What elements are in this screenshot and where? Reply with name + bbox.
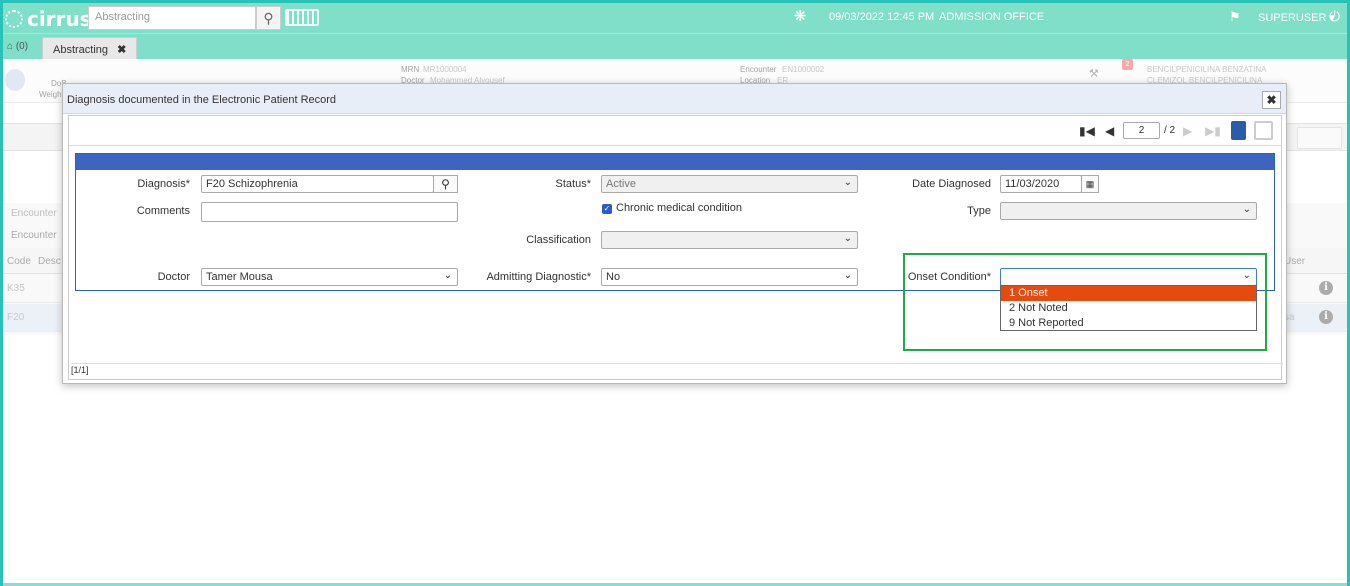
logo-text: cirrus xyxy=(27,7,92,31)
diagnosis-label: Diagnosis* xyxy=(137,178,190,190)
chevron-down-icon: ⌄ xyxy=(1242,204,1251,215)
date-diagnosed-label: Date Diagnosed xyxy=(912,178,991,190)
home-tab-count: (0) xyxy=(15,41,29,52)
calendar-icon[interactable]: ▦ xyxy=(1081,175,1099,193)
status-select[interactable]: Active ⌄ xyxy=(601,175,858,193)
user-name: SUPERUSER xyxy=(1258,12,1327,24)
doctor-label: Doctor xyxy=(157,271,190,283)
close-icon[interactable]: ✖ xyxy=(117,44,126,56)
comments-field[interactable] xyxy=(201,202,458,222)
logo-mark-icon xyxy=(5,10,23,28)
onset-condition-options: 1 Onset 2 Not Noted 9 Not Reported xyxy=(1000,285,1257,331)
next-record-icon[interactable]: ▶ xyxy=(1183,124,1192,138)
classification-select[interactable]: ⌄ xyxy=(601,231,858,249)
prev-record-icon[interactable]: ◀ xyxy=(1105,124,1114,138)
home-icon: ⌂ xyxy=(7,41,14,52)
comments-label: Comments xyxy=(136,205,190,217)
onset-condition-label: Onset Condition* xyxy=(907,271,991,283)
modal-body: ▮◀ ◀ 2 / 2 ▶ ▶▮ Diagnosis* F20 Schizophr… xyxy=(68,115,1283,380)
current-department[interactable]: ADMISSION OFFICE xyxy=(939,11,1044,23)
flag-icon[interactable]: ⚑ xyxy=(1229,9,1241,25)
date-diagnosed-field[interactable]: 11/03/2020 xyxy=(1000,175,1082,193)
delete-icon[interactable] xyxy=(1231,121,1246,140)
location-pin-icon[interactable]: ❋ xyxy=(794,7,807,25)
tab-abstracting-label: Abstracting xyxy=(53,44,109,56)
doctor-select-value: Tamer Mousa xyxy=(206,271,273,283)
admitting-select[interactable]: No ⌄ xyxy=(601,268,858,286)
chronic-label: Chronic medical condition xyxy=(616,202,742,214)
admitting-select-value: No xyxy=(606,271,621,283)
current-datetime: 09/03/2022 12:45 PM xyxy=(829,11,935,23)
first-record-icon[interactable]: ▮◀ xyxy=(1079,124,1095,138)
status-select-value: Active xyxy=(606,178,636,190)
chevron-down-icon: ⌄ xyxy=(1242,270,1251,281)
classification-label: Classification xyxy=(526,234,591,246)
top-bar: cirrus Abstracting ⚲ ❋ 09/03/2022 12:45 … xyxy=(3,3,1347,33)
record-toolbar: ▮◀ ◀ 2 / 2 ▶ ▶▮ xyxy=(69,116,1281,146)
chevron-down-icon: ⌄ xyxy=(843,177,852,188)
global-search-input[interactable]: Abstracting xyxy=(88,6,256,30)
search-icon[interactable]: ⚲ xyxy=(256,6,281,30)
onset-option[interactable]: 2 Not Noted xyxy=(1001,301,1256,316)
chronic-checkbox[interactable]: ✓ xyxy=(602,204,612,214)
page-number-input[interactable]: 2 xyxy=(1123,122,1160,139)
status-label: Status* xyxy=(555,178,591,190)
tab-bar: ⌂ (0) Abstracting ✖ xyxy=(3,33,1347,60)
onset-option[interactable]: 1 Onset xyxy=(1001,286,1256,301)
record-status: [1/1] xyxy=(71,363,1283,377)
modal-title: Diagnosis documented in the Electronic P… xyxy=(63,84,1286,114)
doctor-select[interactable]: Tamer Mousa ⌄ xyxy=(201,268,458,286)
page-total: / 2 xyxy=(1164,125,1176,136)
diagnosis-modal: Diagnosis documented in the Electronic P… xyxy=(62,83,1287,384)
admitting-label: Admitting Diagnostic* xyxy=(486,271,591,283)
chevron-down-icon: ⌄ xyxy=(843,233,852,244)
close-icon[interactable]: ✖ xyxy=(1262,91,1281,109)
save-icon[interactable] xyxy=(1254,121,1273,140)
onset-condition-select[interactable]: ⌄ xyxy=(1000,268,1257,286)
diagnosis-field[interactable]: F20 Schizophrenia xyxy=(201,175,434,193)
form-header-bar xyxy=(76,154,1274,170)
tab-home[interactable]: ⌂ (0) xyxy=(3,37,32,60)
diagnosis-form: Diagnosis* F20 Schizophrenia ⚲ Comments … xyxy=(75,153,1275,291)
type-select[interactable]: ⌄ xyxy=(1000,202,1257,220)
power-icon[interactable]: ⏻ xyxy=(1329,8,1340,25)
cirrus-logo[interactable]: cirrus xyxy=(5,7,92,31)
tab-abstracting[interactable]: Abstracting ✖ xyxy=(42,37,138,60)
user-menu[interactable]: SUPERUSER ▾ xyxy=(1258,11,1335,24)
chevron-down-icon: ⌄ xyxy=(843,270,852,281)
keyboard-icon[interactable] xyxy=(285,9,319,26)
onset-option[interactable]: 9 Not Reported xyxy=(1001,316,1256,331)
last-record-icon[interactable]: ▶▮ xyxy=(1205,124,1221,138)
chevron-down-icon: ⌄ xyxy=(443,270,452,281)
type-label: Type xyxy=(967,205,991,217)
search-icon[interactable]: ⚲ xyxy=(433,175,458,193)
